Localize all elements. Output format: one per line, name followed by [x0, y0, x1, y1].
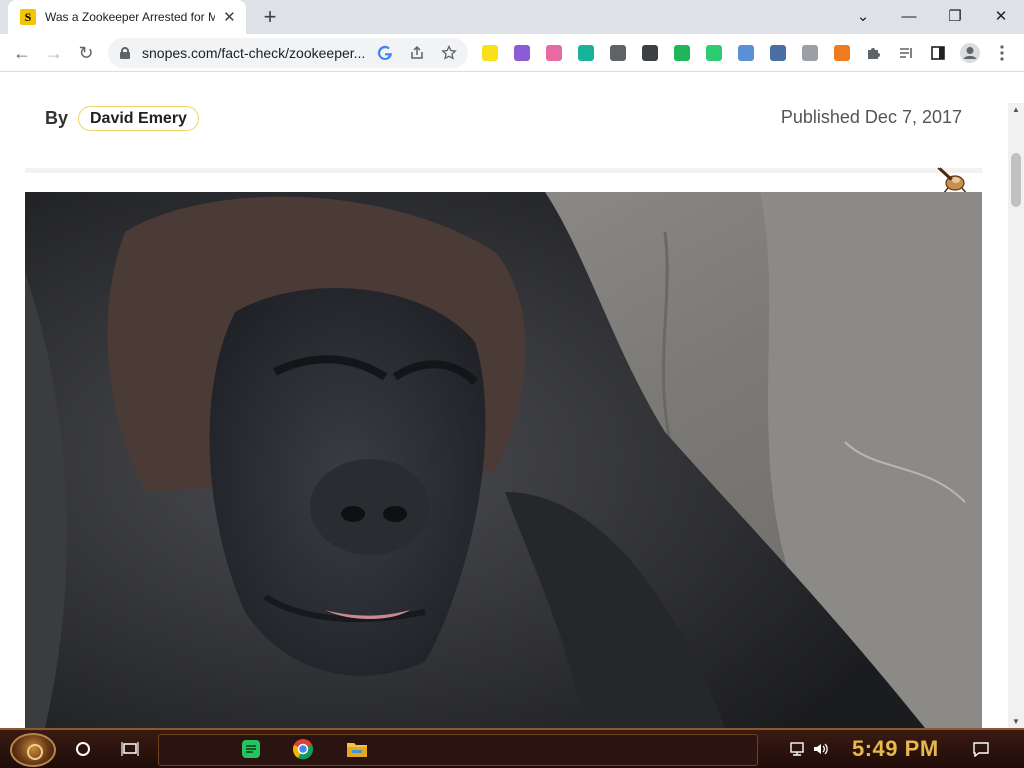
taskbar-clock[interactable]: 5:49 PM — [852, 736, 939, 762]
side-panel-icon[interactable] — [923, 38, 953, 68]
article-page: By David Emery Published Dec 7, 2017 — [0, 103, 1008, 728]
start-button[interactable] — [10, 733, 56, 767]
windows-taskbar: 5:49 PM — [0, 728, 1024, 768]
extension-grey-circle-icon[interactable] — [610, 45, 626, 61]
scroll-up-arrow-icon[interactable]: ▲ — [1012, 105, 1020, 114]
back-button[interactable]: ← — [7, 38, 37, 68]
extension-pink-icon[interactable] — [546, 45, 562, 61]
notes-app-icon[interactable] — [240, 738, 262, 760]
tab-strip: S Was a Zookeeper Arrested for M ✕ + ⌄ —… — [0, 0, 1024, 34]
google-lens-icon[interactable] — [376, 44, 394, 62]
browser-tab[interactable]: S Was a Zookeeper Arrested for M ✕ — [8, 0, 246, 34]
published-date: Published Dec 7, 2017 — [780, 107, 962, 127]
scroll-thumb[interactable] — [1011, 153, 1021, 207]
lock-icon[interactable] — [120, 47, 130, 59]
extension-green-square-icon[interactable] — [706, 45, 722, 61]
extension-teal-circle-icon[interactable] — [578, 45, 594, 61]
chrome-icon[interactable] — [292, 738, 314, 760]
extension-orange-icon[interactable] — [834, 45, 850, 61]
network-icon[interactable] — [787, 738, 809, 760]
reload-button[interactable]: ↻ — [71, 38, 101, 68]
new-tab-button[interactable]: + — [258, 4, 282, 29]
share-icon[interactable] — [408, 44, 426, 62]
extension-yellow-icon[interactable] — [482, 45, 498, 61]
browser-toolbar: ← → ↻ snopes.com/fact-check/zookeeper... — [0, 34, 1024, 72]
profile-avatar-icon[interactable] — [955, 38, 985, 68]
scroll-down-arrow-icon[interactable]: ▼ — [1012, 717, 1020, 726]
extensions-puzzle-icon[interactable] — [859, 38, 889, 68]
reading-list-icon[interactable] — [891, 38, 921, 68]
author-link[interactable]: David Emery — [78, 106, 199, 131]
gorilla-image — [25, 192, 982, 728]
extension-castle-icon[interactable] — [770, 45, 786, 61]
notification-center-icon[interactable] — [970, 738, 992, 760]
divider — [25, 168, 982, 173]
file-explorer-icon[interactable] — [346, 738, 368, 760]
tab-search-button[interactable]: ⌄ — [840, 2, 886, 30]
close-window-button[interactable]: ✕ — [978, 2, 1024, 30]
extension-chat-icon[interactable] — [642, 45, 658, 61]
gorilla-photo[interactable] — [25, 192, 982, 728]
task-view-icon[interactable] — [119, 738, 141, 760]
menu-kebab-icon[interactable] — [987, 38, 1017, 68]
byline-label: By — [45, 108, 69, 128]
volume-icon[interactable] — [810, 738, 832, 760]
bookmark-star-icon[interactable] — [440, 44, 458, 62]
extension-green-video-icon[interactable] — [674, 45, 690, 61]
restore-button[interactable]: ❐ — [932, 2, 978, 30]
extension-purple-icon[interactable] — [514, 45, 530, 61]
tab-title: Was a Zookeeper Arrested for M — [45, 10, 215, 24]
forward-button[interactable]: → — [39, 38, 69, 68]
url-text[interactable]: snopes.com/fact-check/zookeeper... — [142, 45, 365, 61]
minimize-button[interactable]: — — [886, 2, 932, 30]
extension-grid-icon[interactable] — [738, 45, 754, 61]
tab-close-icon[interactable]: ✕ — [221, 8, 238, 26]
address-bar[interactable]: snopes.com/fact-check/zookeeper... — [108, 38, 468, 68]
page-scrollbar[interactable]: ▲ ▼ — [1008, 103, 1024, 728]
snopes-favicon-icon: S — [20, 9, 36, 25]
cortana-search-icon[interactable] — [72, 738, 94, 760]
extension-s-icon[interactable] — [802, 45, 818, 61]
